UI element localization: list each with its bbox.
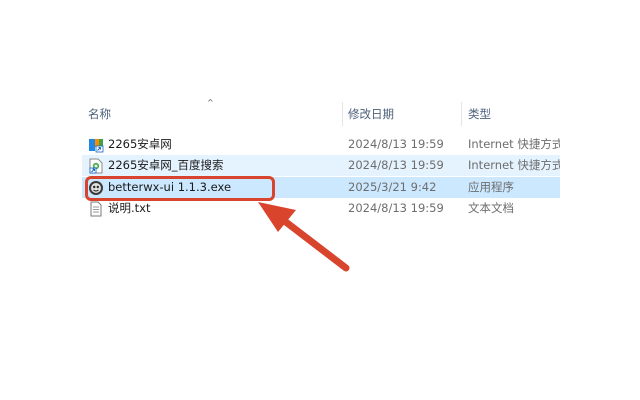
annotation-arrow-icon [258, 202, 350, 272]
